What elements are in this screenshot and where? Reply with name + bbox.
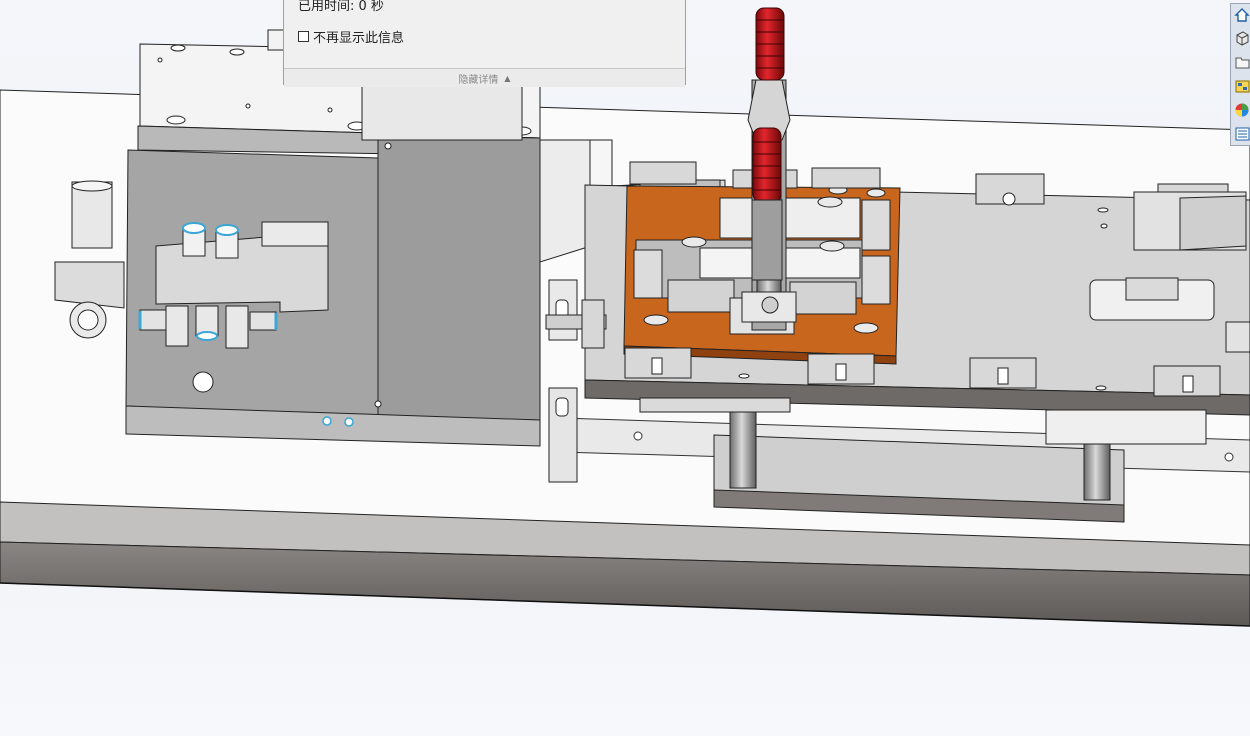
file-explorer-icon[interactable]: [1233, 52, 1250, 72]
hide-details-button[interactable]: 隐藏详情 ▲: [284, 68, 685, 87]
dont-show-again-checkbox[interactable]: 不再显示此信息: [298, 27, 404, 46]
view-palette-icon[interactable]: [1233, 76, 1250, 96]
home-icon[interactable]: [1233, 5, 1250, 25]
caret-up-icon: ▲: [504, 73, 511, 83]
appearances-icon[interactable]: [1233, 100, 1250, 120]
cad-3d-viewport[interactable]: [0, 0, 1250, 736]
task-pane-tabs: [1230, 3, 1250, 146]
checkbox-square-icon[interactable]: [298, 31, 309, 42]
custom-properties-icon[interactable]: [1233, 124, 1250, 144]
assembly-model: [0, 7, 1250, 627]
dont-show-again-label: 不再显示此信息: [313, 31, 405, 46]
elapsed-time-label: 已用时间: 0 秒: [298, 0, 384, 14]
hide-details-label: 隐藏详情: [458, 74, 499, 86]
parts-library-icon[interactable]: [1233, 28, 1250, 48]
rebuild-message-dialog: 已用时间: 0 秒 不再显示此信息 隐藏详情 ▲: [283, 0, 686, 87]
